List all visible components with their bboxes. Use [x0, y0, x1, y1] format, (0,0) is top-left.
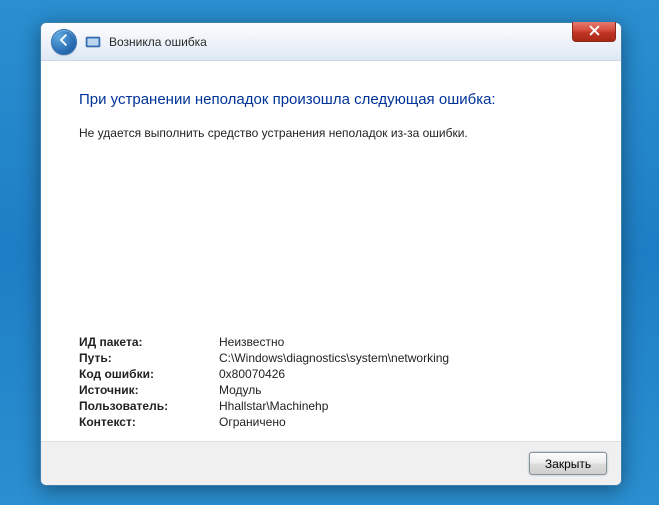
- error-heading: При устранении неполадок произошла следу…: [79, 91, 583, 108]
- dialog-footer: Закрыть: [41, 441, 621, 485]
- window-title: Возникла ошибка: [109, 35, 207, 49]
- back-button[interactable]: [51, 29, 77, 55]
- detail-label: Пользователь:: [79, 399, 219, 413]
- error-description: Не удается выполнить средство устранения…: [79, 126, 583, 140]
- detail-value: Ограничено: [219, 415, 583, 429]
- titlebar: Возникла ошибка: [41, 23, 621, 61]
- detail-row: Пользователь: Hhallstar\Machinehp: [79, 399, 583, 413]
- detail-value: C:\Windows\diagnostics\system\networking: [219, 351, 583, 365]
- detail-label: Код ошибки:: [79, 367, 219, 381]
- window-close-button[interactable]: [572, 22, 616, 42]
- detail-row: Контекст: Ограничено: [79, 415, 583, 429]
- close-button[interactable]: Закрыть: [529, 452, 607, 475]
- detail-label: Путь:: [79, 351, 219, 365]
- close-icon: [589, 23, 600, 41]
- detail-row: ИД пакета: Неизвестно: [79, 335, 583, 349]
- arrow-left-icon: [58, 33, 70, 51]
- detail-value: Неизвестно: [219, 335, 583, 349]
- detail-row: Код ошибки: 0x80070426: [79, 367, 583, 381]
- content-area: При устранении неполадок произошла следу…: [41, 61, 621, 441]
- detail-value: 0x80070426: [219, 367, 583, 381]
- detail-label: Источник:: [79, 383, 219, 397]
- detail-label: Контекст:: [79, 415, 219, 429]
- dialog-window: Возникла ошибка При устранении неполадок…: [40, 22, 622, 486]
- detail-row: Источник: Модуль: [79, 383, 583, 397]
- detail-label: ИД пакета:: [79, 335, 219, 349]
- detail-value: Модуль: [219, 383, 583, 397]
- error-details: ИД пакета: Неизвестно Путь: C:\Windows\d…: [79, 335, 583, 431]
- detail-value: Hhallstar\Machinehp: [219, 399, 583, 413]
- troubleshoot-icon: [85, 34, 101, 50]
- detail-row: Путь: C:\Windows\diagnostics\system\netw…: [79, 351, 583, 365]
